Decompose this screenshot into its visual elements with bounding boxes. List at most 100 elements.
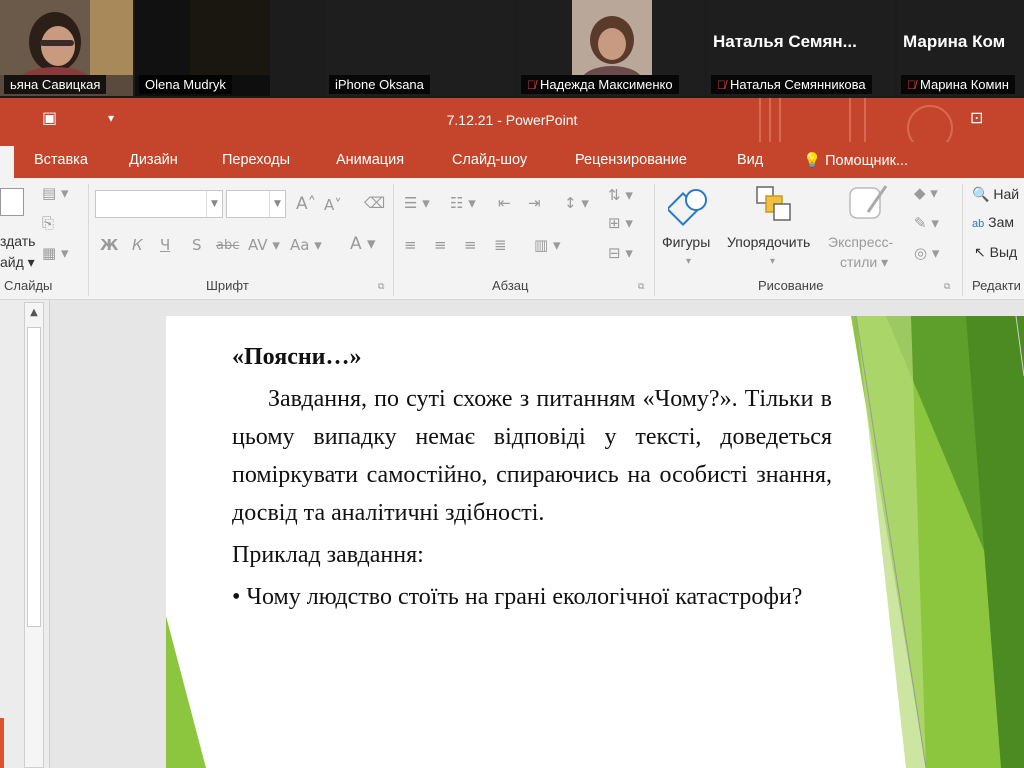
group-separator [88,184,89,296]
smartart-icon[interactable]: ⊟ ▾ [608,244,633,262]
columns-icon[interactable]: ▥ ▾ [534,236,560,254]
character-spacing-button[interactable]: AV ▾ [248,236,280,254]
tab-transitions[interactable]: Переходы [222,152,290,168]
new-slide-icon[interactable] [0,188,24,216]
chevron-down-icon[interactable]: ▾ [770,256,775,267]
mic-muted-icon: 🎙̸ [907,78,916,92]
group-label-slides: Слайды [4,278,53,293]
quick-styles-label-2[interactable]: стили ▾ [840,254,888,271]
slide-example-label: Приклад завдання: [232,542,424,568]
find-button[interactable]: 🔍 Най [972,186,1019,203]
replace-button[interactable]: ab Зам [972,214,1014,230]
slide-paragraph: Завдання, по суті схоже з питанням «Чому… [232,386,832,526]
paragraph-dialog-launcher-icon[interactable]: ⧉ [638,282,644,292]
participant-photo [0,0,133,75]
participant-tile-5[interactable]: Наталья Семян... 🎙̸ Наталья Семянникова [707,0,895,96]
layout-icon[interactable]: ▤ ▾ [42,184,68,202]
mic-muted-icon: 🎙̸ [717,78,726,92]
clear-formatting-icon[interactable]: ⌫ [364,194,385,212]
participant-name: Olena Mudryk [139,75,232,94]
scroll-up-icon[interactable]: ▲ [25,303,43,323]
change-case-button[interactable]: Aa ▾ [290,236,322,254]
arrange-button[interactable]: Упорядочить [727,234,810,250]
font-size-combo[interactable]: ▼ [226,190,286,218]
align-center-icon[interactable]: ≡ [434,236,447,254]
bullets-icon[interactable]: ☰ ▾ [404,194,430,212]
lightbulb-icon: 💡 [803,153,822,169]
arrange-icon [756,186,791,221]
increase-indent-icon[interactable]: ⇥ [528,194,541,212]
shapes-button[interactable]: Фигуры [662,234,710,250]
participant-tile-4[interactable]: 🎙̸ Надежда Максименко [517,0,705,96]
group-label-paragraph: Абзац [492,278,529,293]
title-bar: ▣ ▾ 7.12.21 - PowerPoint ⊡ [0,98,1024,142]
tab-insert[interactable]: Вставка [34,152,88,168]
slide-canvas[interactable]: «Поясни…» Завдання, по суті схоже з пита… [166,316,1024,768]
tab-tell-me[interactable]: 💡 Помощник... [803,152,908,169]
tab-home-active[interactable] [0,146,14,178]
drawing-dialog-launcher-icon[interactable]: ⧉ [944,282,950,292]
shape-fill-icon[interactable]: ◆ ▾ [914,184,938,202]
align-text-icon[interactable]: ⊞ ▾ [608,214,633,232]
slide-thumbnail-pane: ▲ [0,300,50,768]
shape-outline-icon[interactable]: ✎ ▾ [914,214,939,232]
section-icon[interactable]: ▦ ▾ [42,244,68,262]
new-slide-label-2[interactable]: айд ▾ [0,254,35,271]
font-color-button[interactable]: A ▾ [350,234,376,254]
powerpoint-window: ▣ ▾ 7.12.21 - PowerPoint ⊡ Вставка Дизай… [0,98,1024,768]
quick-styles-label-1[interactable]: Экспресс- [828,234,893,250]
participant-name: 🎙̸ Наталья Семянникова [711,75,872,94]
tab-slideshow[interactable]: Слайд-шоу [452,152,527,168]
quick-styles-icon [849,185,888,219]
participant-big-name: Марина Ком [903,32,1006,51]
slide-text-box[interactable]: «Поясни…» Завдання, по суті схоже з пита… [232,338,832,616]
participant-tile-3[interactable]: iPhone Oksana [325,0,515,96]
shadow-button[interactable]: S [192,236,202,254]
tab-view[interactable]: Вид [737,152,763,168]
align-right-icon[interactable]: ≡ [464,236,477,254]
strikethrough-button[interactable]: abc [216,238,239,253]
title-decoration [759,98,953,142]
participant-photo [572,0,652,75]
tab-review[interactable]: Рецензирование [575,152,687,168]
shape-effects-icon[interactable]: ◎ ▾ [914,244,939,262]
participant-name: iPhone Oksana [329,75,430,94]
new-slide-label-1[interactable]: здать [0,233,35,249]
grow-font-button[interactable]: A˄ [296,194,316,214]
scrollbar-thumb[interactable] [27,327,41,627]
shrink-font-button[interactable]: A˅ [324,196,342,214]
slide-bullet-item: • Чому людство стоїть на грані екологічн… [232,584,803,610]
chevron-down-icon: ▼ [269,191,285,217]
ribbon: здать айд ▾ ▤ ▾ ⎘ ▦ ▾ Слайды ▼ ▼ A˄ A˅ ⌫… [0,178,1024,300]
text-direction-icon[interactable]: ⇅ ▾ [608,186,633,204]
group-separator [654,184,655,296]
font-dialog-launcher-icon[interactable]: ⧉ [378,282,384,292]
selected-thumbnail-marker [0,718,4,768]
underline-button[interactable]: Ч [160,236,170,254]
group-label-drawing: Рисование [758,278,824,293]
participant-tile-2[interactable]: Olena Mudryk [135,0,270,96]
workspace: ▲ «Поясни…» Завдання, по суті схоже з пи… [0,300,1024,768]
participant-tile-1[interactable]: ьяна Савицкая [0,0,133,96]
decrease-indent-icon[interactable]: ⇤ [498,194,511,212]
replace-icon: ab [972,218,985,230]
tab-animations[interactable]: Анимация [336,152,404,168]
chevron-down-icon[interactable]: ▾ [686,256,691,267]
chevron-down-icon: ▼ [206,191,222,217]
align-left-icon[interactable]: ≡ [404,236,417,254]
justify-icon[interactable]: ≣ [494,236,507,254]
ribbon-tabs: Вставка Дизайн Переходы Анимация Слайд-ш… [0,142,1024,178]
font-name-combo[interactable]: ▼ [95,190,223,218]
group-separator [962,184,963,296]
tab-design[interactable]: Дизайн [129,152,178,168]
reset-icon[interactable]: ⎘ [42,214,54,232]
participant-tile-6[interactable]: Марина Ком 🎙̸ Марина Комин [897,0,1024,96]
bold-button[interactable]: Ж [100,236,118,254]
select-button[interactable]: ↖ Выд [974,244,1017,261]
line-spacing-icon[interactable]: ↕ ▾ [564,194,589,212]
ribbon-display-options-icon[interactable]: ⊡ [970,108,983,127]
numbering-icon[interactable]: ☷ ▾ [450,194,476,212]
participant-name: ьяна Савицкая [4,75,107,94]
italic-button[interactable]: К [132,236,143,254]
thumbnail-scrollbar[interactable]: ▲ [24,302,44,768]
